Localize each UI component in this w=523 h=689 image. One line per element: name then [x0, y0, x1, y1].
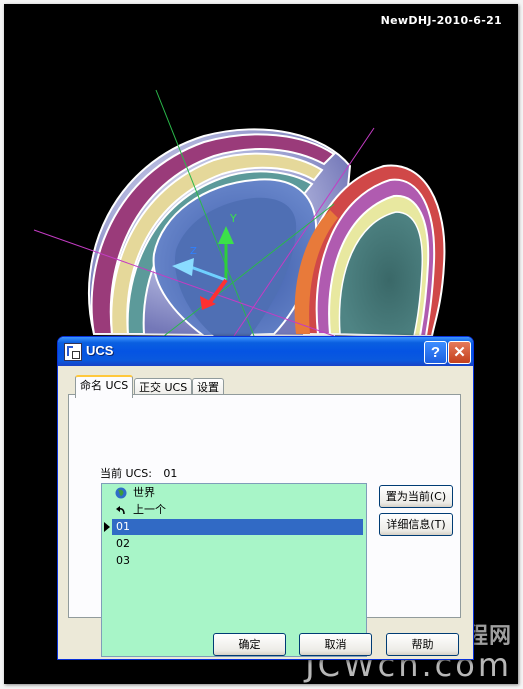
ucs-dialog: UCS ? ✕ 命名 UCS 正交 UCS 设置 当前 UCS: 01 世界 上… [57, 336, 474, 660]
current-ucs-label: 当前 UCS: [100, 467, 152, 480]
tab-named-ucs[interactable]: 命名 UCS [75, 375, 134, 398]
details-button[interactable]: 详细信息(T) [379, 513, 453, 536]
close-icon[interactable]: ✕ [448, 341, 471, 364]
help-button[interactable]: 帮助 [386, 633, 459, 656]
list-item-label: 世界 [133, 486, 155, 499]
list-item-label: 上一个 [133, 503, 166, 516]
current-ucs-value: 01 [163, 467, 178, 480]
list-item-03[interactable]: 03 [102, 553, 366, 569]
list-item-label: 03 [116, 554, 130, 567]
current-ucs-readout: 当前 UCS: 01 [100, 465, 177, 481]
list-item-world[interactable]: 世界 [102, 485, 366, 501]
ucs-dialog-icon [64, 343, 82, 361]
ucs-list[interactable]: 世界 上一个 01 02 03 [101, 483, 367, 657]
cancel-button[interactable]: 取消 [299, 633, 372, 656]
help-icon[interactable]: ? [424, 341, 447, 364]
dialog-title: UCS [86, 343, 114, 358]
list-item-previous[interactable]: 上一个 [102, 502, 366, 518]
title-bar[interactable]: UCS ? ✕ [58, 337, 473, 366]
svg-text:Z: Z [190, 246, 197, 257]
set-current-button[interactable]: 置为当前(C) [379, 485, 453, 508]
author-signature: NewDHJ-2010-6-21 [380, 14, 502, 27]
list-item-01[interactable]: 01 [112, 519, 363, 535]
undo-arrow-icon [116, 506, 125, 515]
svg-text:Y: Y [229, 212, 237, 225]
current-arrow-icon [104, 522, 110, 532]
list-item-label: 01 [116, 520, 130, 533]
list-item-label: 02 [116, 537, 130, 550]
ok-button[interactable]: 确定 [213, 633, 286, 656]
tab-panel: 当前 UCS: 01 世界 上一个 01 02 03 置为当前(C) 详细信息(… [68, 394, 461, 657]
globe-icon [115, 487, 127, 499]
list-item-02[interactable]: 02 [102, 536, 366, 552]
